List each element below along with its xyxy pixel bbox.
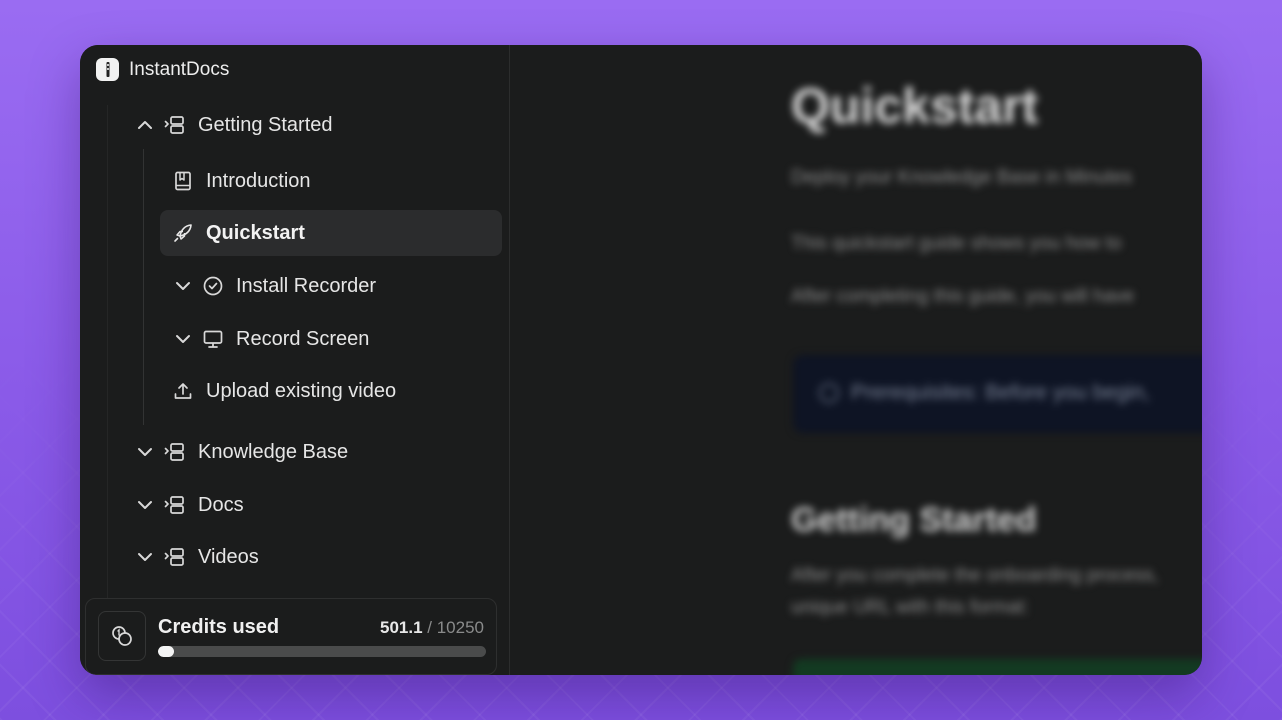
page-subtitle: Deploy your Knowledge Base in Minutes <box>791 167 1133 188</box>
main-content: Quickstart Deploy your Knowledge Base in… <box>511 45 1202 675</box>
chevron-down-icon <box>138 553 152 561</box>
credits-label: Credits used <box>158 616 280 638</box>
callout-text: Prerequisites: Before you begin, <box>851 381 1150 404</box>
folder-tree-icon <box>164 548 184 566</box>
folder-tree-icon <box>164 496 184 514</box>
sidebar-item-label: Upload existing video <box>206 379 397 402</box>
sidebar-item-label: Quickstart <box>206 221 305 244</box>
book-icon <box>175 171 191 191</box>
sidebar-item-install-recorder[interactable]: Install Recorder <box>174 264 376 308</box>
info-icon <box>819 383 839 403</box>
credits-panel: Credits used 501.1 / 10250 <box>85 598 497 675</box>
brand[interactable]: InstantDocs <box>96 58 229 81</box>
sidebar: InstantDocs Getting Started Introduction… <box>80 45 510 675</box>
tree-guide-line <box>143 149 144 425</box>
credits-icon-box <box>98 611 146 661</box>
paragraph-3-line-2: unique URL with this format: <box>791 597 1029 618</box>
folder-tree-icon <box>164 116 184 134</box>
sidebar-item-label: Record Screen <box>236 327 370 350</box>
rocket-icon <box>174 224 192 242</box>
credits-separator: / <box>422 618 437 637</box>
sidebar-item-record-screen[interactable]: Record Screen <box>174 317 369 361</box>
app-window: InstantDocs Getting Started Introduction… <box>80 45 1202 675</box>
paragraph-1: This quickstart guide shows you how to <box>791 233 1122 254</box>
folder-tree-icon <box>164 443 184 461</box>
credits-value: 501.1 / 10250 <box>380 618 484 638</box>
chevron-down-icon <box>138 501 152 509</box>
sidebar-item-docs[interactable]: Docs <box>136 483 244 527</box>
coins-icon <box>112 626 132 646</box>
instantdocs-logo-icon <box>96 58 119 81</box>
page-title: Quickstart <box>791 78 1039 134</box>
sidebar-item-label: Docs <box>198 493 244 516</box>
chevron-down-icon <box>138 448 152 456</box>
chevron-down-icon <box>176 335 190 343</box>
sidebar-item-label: Introduction <box>206 169 311 192</box>
code-block <box>793 659 1202 675</box>
paragraph-3-line-1: After you complete the onboarding proces… <box>791 565 1159 586</box>
credits-used: 501.1 <box>380 618 423 637</box>
sidebar-item-getting-started[interactable]: Getting Started <box>136 103 333 147</box>
blurred-content: Quickstart Deploy your Knowledge Base in… <box>511 45 1202 675</box>
prerequisites-callout: Prerequisites: Before you begin, <box>793 355 1202 433</box>
sidebar-item-label: Install Recorder <box>236 274 377 297</box>
tree-guide-outer <box>107 105 108 675</box>
sidebar-item-label: Getting Started <box>198 113 333 136</box>
chevron-down-icon <box>176 282 190 290</box>
sidebar-item-introduction[interactable]: Introduction <box>172 159 311 203</box>
sidebar-item-label: Knowledge Base <box>198 440 349 463</box>
sidebar-item-label: Videos <box>198 545 259 568</box>
paragraph-2: After completing this guide, you will ha… <box>791 286 1135 307</box>
chevron-up-icon <box>138 121 152 129</box>
sidebar-item-quickstart[interactable]: Quickstart <box>160 210 502 256</box>
app-title: InstantDocs <box>129 58 230 80</box>
sidebar-item-upload-existing-video[interactable]: Upload existing video <box>172 369 396 413</box>
credits-progress-fill <box>158 646 175 657</box>
credits-progress-bar <box>158 646 486 657</box>
check-circle-icon <box>203 276 223 296</box>
monitor-icon <box>203 330 223 348</box>
credits-total: 10250 <box>436 618 484 637</box>
section-heading: Getting Started <box>791 501 1037 539</box>
sidebar-item-knowledge-base[interactable]: Knowledge Base <box>136 430 348 474</box>
upload-icon <box>174 383 192 399</box>
sidebar-item-videos[interactable]: Videos <box>136 535 259 579</box>
